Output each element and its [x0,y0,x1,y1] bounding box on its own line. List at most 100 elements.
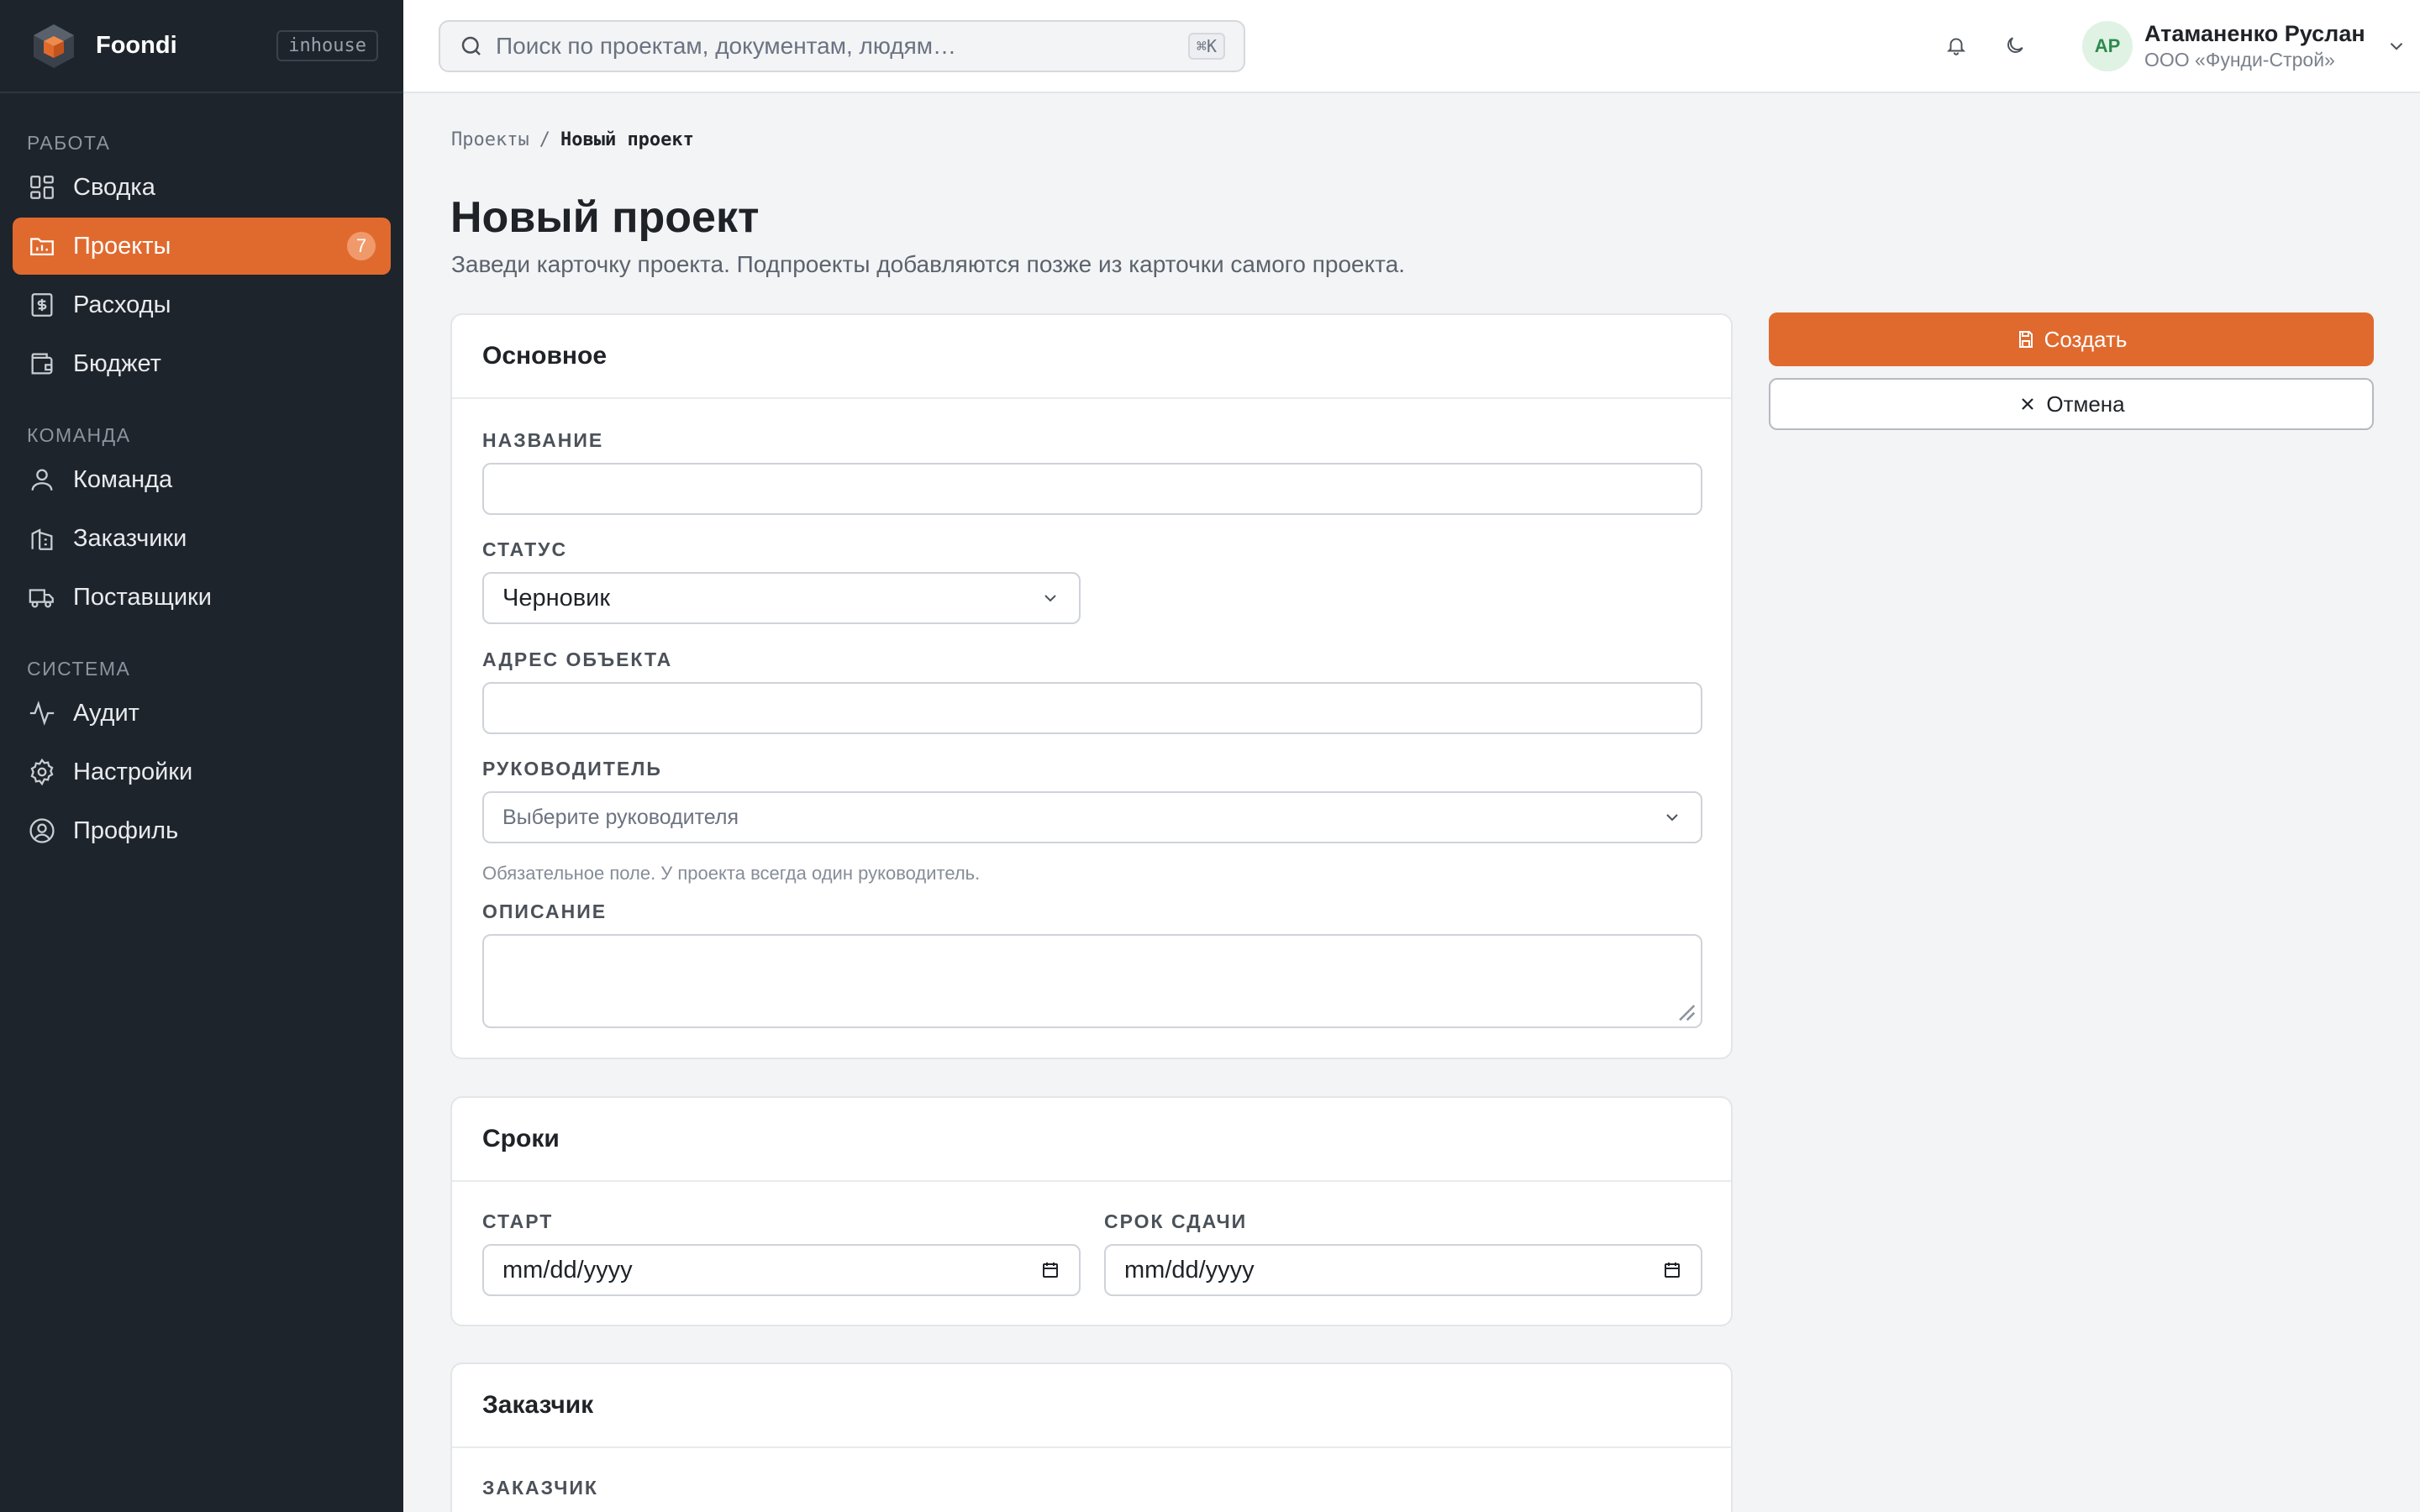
due-date-input[interactable]: mm/dd/yyyy [1104,1244,1702,1296]
nav-group-system: СИСТЕМА Аудит Настройки Профиль [0,653,403,859]
calendar-icon[interactable] [1662,1260,1682,1280]
notifications-button[interactable] [1941,30,1971,60]
sidebar-item-audit[interactable]: Аудит [13,685,391,742]
sidebar-item-budget[interactable]: Бюджет [13,335,391,392]
sidebar-nav: РАБОТА Сводка Проекты 7 Расходы Бюджет К… [0,93,403,859]
bell-icon [1946,38,1966,55]
brand[interactable]: Foondi inhouse [0,0,403,93]
start-date-value: mm/dd/yyyy [502,1256,633,1284]
close-icon [2022,398,2034,410]
theme-toggle-button[interactable] [2000,30,2030,60]
card-title: Основное [452,315,1731,399]
manager-hint: Обязательное поле. У проекта всегда один… [482,863,981,884]
foondi-logo-icon [34,24,74,68]
nav-section-title: СИСТЕМА [27,658,131,680]
cancel-button[interactable]: Отмена [1769,378,2374,430]
dates-card: Сроки СТАРТ mm/dd/yyyy СРОК СДАЧИ mm/dd/… [450,1096,1733,1326]
start-date-input[interactable]: mm/dd/yyyy [482,1244,1081,1296]
manager-select[interactable]: Выберите руководителя [482,791,1702,843]
sidebar-item-projects[interactable]: Проекты 7 [13,218,391,275]
activity-icon [29,701,55,726]
receipt-icon [31,293,53,317]
brand-name: Foondi [96,32,177,59]
card-title: Сроки [452,1098,1731,1182]
sidebar-item-label: Настройки [73,758,193,785]
manager-label: РУКОВОДИТЕЛЬ [482,758,662,780]
sidebar-item-summary[interactable]: Сводка [13,159,391,216]
dashboard-icon [30,176,54,199]
create-button-label: Создать [2044,326,2128,352]
sidebar-item-customers[interactable]: Заказчики [13,510,391,567]
sidebar-item-label: Профиль [73,816,179,844]
user-icon [31,469,53,491]
start-date-label: СТАРТ [482,1210,554,1232]
projects-icon [30,238,54,256]
avatar: АР [2082,21,2133,71]
user-menu[interactable]: АР Атаманенко Руслан ООО «Фунди-Строй» [2082,17,2407,76]
basic-info-card: Основное НАЗВАНИЕ СТАТУС Черновик АДРЕС … [450,313,1733,1059]
manager-placeholder: Выберите руководителя [502,805,739,829]
user-info: Атаманенко Руслан ООО «Фунди-Строй» [2144,20,2365,72]
gear-icon [30,758,54,786]
resize-handle-icon[interactable] [1676,1001,1696,1021]
sidebar-item-suppliers[interactable]: Поставщики [13,569,391,626]
sidebar-item-label: Расходы [73,291,171,318]
building-icon [31,528,53,550]
breadcrumb: Проекты / Новый проект [451,129,694,150]
sidebar-item-profile[interactable]: Профиль [13,802,391,859]
sidebar-item-label: Сводка [73,173,155,201]
name-field[interactable] [482,463,1702,515]
sidebar-item-label: Поставщики [73,583,212,611]
page-subtitle: Заведи карточку проекта. Подпроекты доба… [451,251,1406,277]
customer-label: ЗАКАЗЧИК [482,1477,598,1499]
user-organization: ООО «Фунди-Строй» [2144,49,2335,71]
sidebar-item-label: Команда [73,465,173,493]
status-select[interactable]: Черновик [482,572,1081,624]
sidebar: Foondi inhouse РАБОТА Сводка Проекты 7 Р… [0,0,403,1512]
description-label: ОПИСАНИЕ [482,900,608,922]
due-date-value: mm/dd/yyyy [1124,1256,1255,1284]
address-label: АДРЕС ОБЪЕКТА [482,648,673,670]
status-label: СТАТУС [482,538,568,560]
chevron-down-icon [1666,814,1678,822]
search-shortcut-hint: ⌘K [1187,33,1225,60]
page-title: Новый проект [450,193,760,242]
main-content: Проекты / Новый проект Новый проект Заведи… [403,93,2420,1512]
sidebar-item-label: Аудит [73,699,139,727]
sidebar-item-label: Проекты [73,232,171,260]
calendar-icon[interactable] [1040,1260,1060,1280]
address-field[interactable] [482,682,1702,734]
name-label: НАЗВАНИЕ [482,429,604,451]
nav-group-work: РАБОТА Сводка Проекты 7 Расходы Бюджет [0,127,403,392]
sidebar-item-settings[interactable]: Настройки [13,743,391,801]
projects-count-badge: 7 [347,232,376,260]
card-title: Заказчик [452,1364,1731,1448]
profile-icon [29,818,55,843]
chevron-down-icon [1044,595,1056,602]
cancel-button-label: Отмена [2046,391,2125,417]
search-icon [461,36,481,55]
wallet-icon [31,353,53,375]
nav-group-team: КОМАНДА Команда Заказчики Поставщики [0,419,403,626]
user-name: Атаманенко Руслан [2144,21,2365,46]
customer-card: Заказчик ЗАКАЗЧИК [450,1362,1733,1512]
sidebar-item-team[interactable]: Команда [13,451,391,508]
sidebar-item-label: Заказчики [73,524,187,552]
environment-tag: inhouse [276,30,378,61]
create-button[interactable]: Создать [1769,312,2374,366]
breadcrumb-separator: / [539,129,550,150]
breadcrumb-current: Новый проект [560,129,694,150]
global-search[interactable]: ⌘K [439,20,1245,72]
description-textarea[interactable] [482,934,1702,1028]
chevron-down-icon [2390,43,2402,50]
breadcrumb-projects-link[interactable]: Проекты [451,129,529,150]
truck-icon [29,589,54,608]
sidebar-item-expenses[interactable]: Расходы [13,276,391,333]
save-icon [2018,331,2033,348]
due-date-label: СРОК СДАЧИ [1104,1210,1248,1232]
nav-section-title: КОМАНДА [27,424,131,446]
search-input[interactable] [496,33,1188,60]
nav-section-title: РАБОТА [27,132,111,154]
status-value: Черновик [502,584,611,612]
moon-icon [2007,37,2023,53]
